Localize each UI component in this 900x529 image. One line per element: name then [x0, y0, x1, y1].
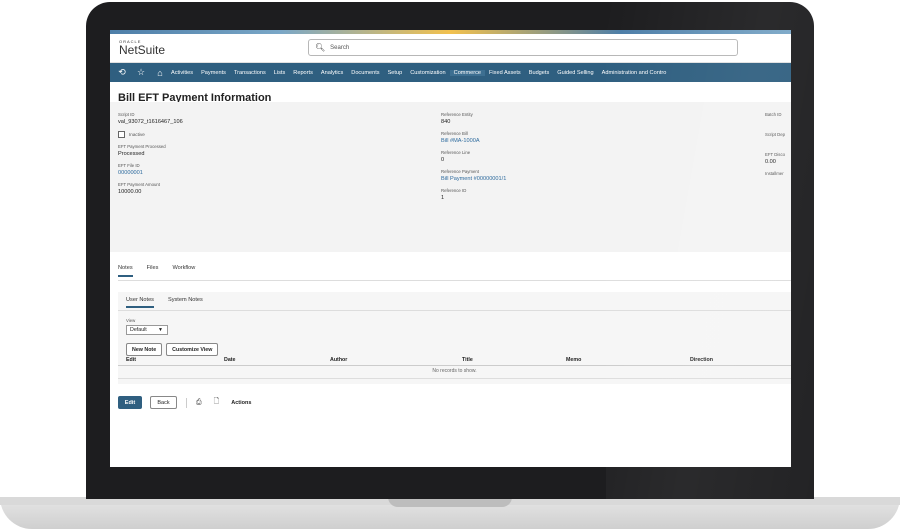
notes-table-header: Edit Date Author Title Memo Direction	[118, 357, 791, 365]
new-note-button[interactable]: New Note	[126, 343, 163, 356]
view-label: View	[126, 318, 136, 323]
laptop-bezel: ORACLE NetSuite 🔍︎ Search ⟲ ☆ ⌂ Activiti…	[86, 2, 814, 499]
subtab-user-notes[interactable]: User Notes	[126, 297, 154, 308]
notes-buttons: New Note Customize View	[126, 343, 222, 356]
app-header: ORACLE NetSuite 🔍︎ Search	[110, 34, 791, 63]
netsuite-logo[interactable]: ORACLE NetSuite	[119, 40, 166, 57]
column-header-memo[interactable]: Memo	[566, 357, 581, 363]
ref-payment-label: Reference Payment	[441, 169, 479, 174]
search-placeholder: Search	[330, 44, 350, 51]
batch-id-label: Batch ID	[765, 112, 782, 117]
notes-panel: User Notes System Notes View Default ▼ N…	[118, 292, 791, 384]
nav-item-setup[interactable]: Setup	[384, 70, 407, 76]
eft-disco-value: 0.00	[765, 159, 776, 165]
ref-id-label: Reference ID	[441, 188, 467, 193]
eft-amount-value: 10000.00	[118, 189, 142, 195]
nav-item-transactions[interactable]: Transactions	[230, 70, 270, 76]
tabs-divider	[118, 280, 791, 281]
ref-line-value: 0	[441, 157, 445, 163]
script-id-label: Script ID	[118, 112, 135, 117]
column-header-title[interactable]: Title	[462, 357, 473, 363]
nav-item-customization[interactable]: Customization	[406, 70, 449, 76]
history-icon[interactable]: ⟲	[115, 67, 129, 78]
inactive-checkbox-row: Inactive	[118, 131, 183, 138]
nav-item-guided-selling[interactable]: Guided Selling	[553, 70, 597, 76]
actions-menu-bottom[interactable]: Actions	[231, 400, 251, 406]
tab-files[interactable]: Files	[147, 265, 159, 277]
nav-item-fixed-assets[interactable]: Fixed Assets	[485, 70, 525, 76]
fields-panel: Script ID val_93072_t1616467_106 Inactiv…	[110, 102, 791, 252]
main-nav: ⟲ ☆ ⌂ Activities Payments Transactions L…	[110, 63, 791, 82]
table-bottom-divider	[118, 378, 791, 379]
no-records-message: No records to show.	[432, 368, 477, 374]
search-icon: 🔍︎	[315, 43, 326, 52]
field-column-2: Reference Entity 840 Reference Bill Bill…	[441, 112, 506, 207]
nav-item-activities[interactable]: Activities	[167, 70, 197, 76]
nav-item-lists[interactable]: Lists	[270, 70, 290, 76]
search-input[interactable]: 🔍︎ Search	[308, 39, 738, 56]
table-header-divider	[118, 365, 791, 366]
ref-payment-link[interactable]: Bill Payment #00000001/1	[441, 176, 506, 182]
column-header-author[interactable]: Author	[330, 357, 347, 363]
document-icon[interactable]: 🗋︎	[214, 397, 220, 408]
field-column-3: Batch ID Script Dep EFT Disco 0.00 Insta…	[765, 112, 785, 178]
column-header-edit[interactable]: Edit	[126, 357, 136, 363]
nav-item-analytics[interactable]: Analytics	[317, 70, 347, 76]
view-select[interactable]: Default ▼	[126, 325, 168, 335]
home-icon[interactable]: ⌂	[153, 68, 167, 78]
installment-label: Installmer	[765, 171, 784, 176]
dropdown-caret-icon: ▼	[158, 327, 163, 333]
eft-amount-label: EFT Payment Amount	[118, 182, 160, 187]
tab-notes[interactable]: Notes	[118, 265, 133, 277]
nav-item-commerce[interactable]: Commerce	[449, 69, 486, 76]
edit-button-bottom[interactable]: Edit	[118, 396, 142, 409]
subtab-system-notes[interactable]: System Notes	[168, 297, 203, 308]
back-button-bottom[interactable]: Back	[150, 396, 177, 409]
bottom-toolbar: Edit Back ⎙ 🗋︎ Actions	[118, 396, 251, 409]
script-id-value: val_93072_t1616467_106	[118, 119, 183, 125]
nav-item-payments[interactable]: Payments	[197, 70, 230, 76]
ref-entity-label: Reference Entity	[441, 112, 473, 117]
eft-processed-label: EFT Payment Processed	[118, 144, 166, 149]
tab-workflow[interactable]: Workflow	[172, 265, 195, 277]
field-column-1: Script ID val_93072_t1616467_106 Inactiv…	[118, 112, 183, 201]
script-dep-value	[765, 139, 785, 146]
nav-item-reports[interactable]: Reports	[289, 70, 317, 76]
nav-item-documents[interactable]: Documents	[347, 70, 383, 76]
ref-entity-value: 840	[441, 119, 451, 125]
nav-item-budgets[interactable]: Budgets	[525, 70, 554, 76]
eft-disco-label: EFT Disco	[765, 152, 785, 157]
star-icon[interactable]: ☆	[134, 67, 148, 78]
ref-bill-link[interactable]: Bill #MA-1000A	[441, 138, 506, 144]
eft-file-id-label: EFT File ID	[118, 163, 140, 168]
column-header-direction[interactable]: Direction	[690, 357, 713, 363]
toolbar-divider-bottom	[186, 397, 187, 408]
logo-big-text: NetSuite	[119, 43, 166, 57]
ref-bill-label: Reference Bill	[441, 131, 468, 136]
eft-processed-value: Processed	[118, 151, 145, 157]
inactive-label: Inactive	[129, 132, 145, 137]
view-select-value: Default	[130, 327, 147, 333]
customize-view-button[interactable]: Customize View	[166, 343, 219, 356]
record-tabs: Notes Files Workflow	[118, 265, 209, 277]
column-header-date[interactable]: Date	[224, 357, 235, 363]
eft-file-id-link[interactable]: 00000001	[118, 170, 183, 176]
script-dep-label: Script Dep	[765, 132, 786, 137]
nav-item-administration[interactable]: Administration and Contro	[598, 70, 671, 76]
notes-subtabs: User Notes System Notes	[126, 297, 217, 308]
ref-id-value: 1	[441, 195, 445, 201]
batch-id-value	[765, 119, 785, 126]
ref-line-label: Reference Line	[441, 150, 471, 155]
inactive-checkbox[interactable]	[118, 131, 125, 138]
print-icon[interactable]: ⎙	[196, 399, 202, 407]
screen: ORACLE NetSuite 🔍︎ Search ⟲ ☆ ⌂ Activiti…	[110, 30, 791, 467]
subtabs-divider	[118, 310, 791, 311]
